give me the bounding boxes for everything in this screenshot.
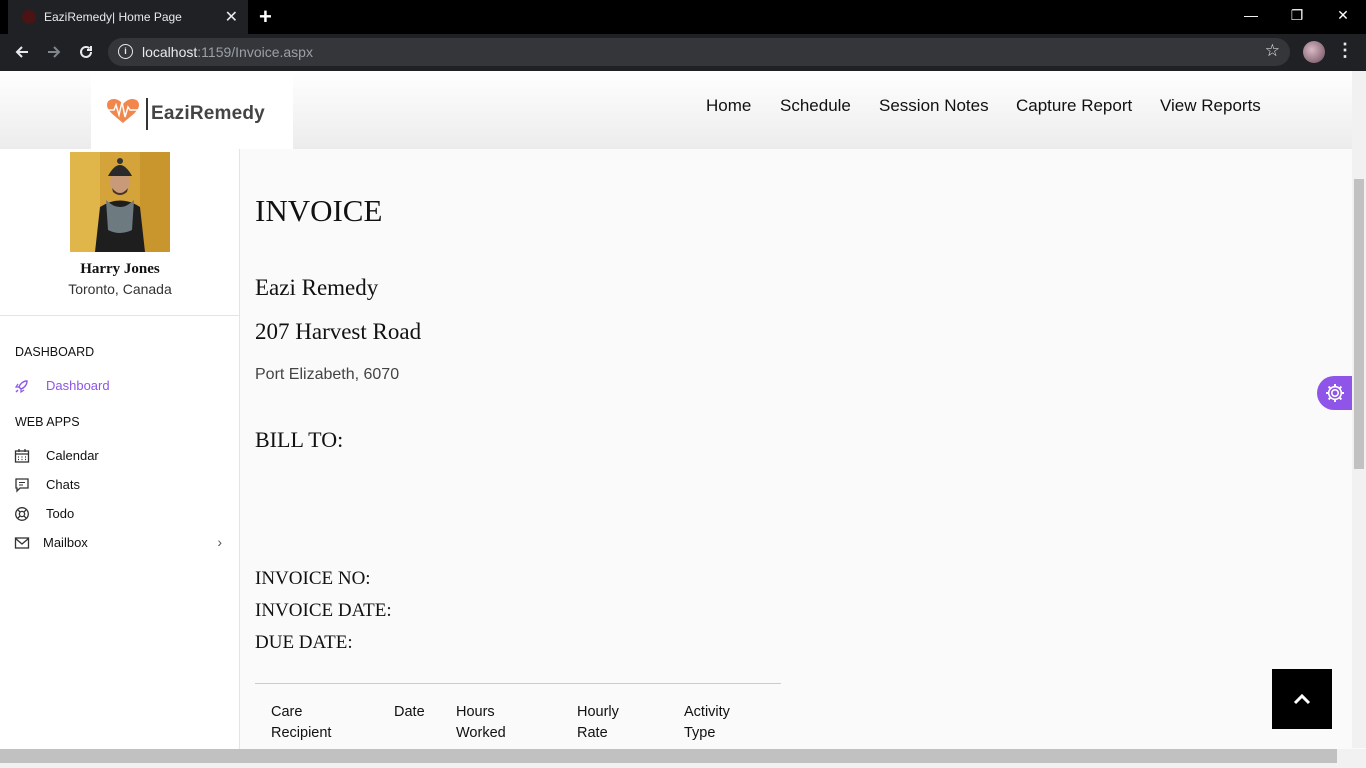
nav-schedule[interactable]: Schedule	[780, 96, 851, 116]
browser-menu-icon[interactable]: ⋮	[1336, 40, 1354, 61]
scroll-to-top-button[interactable]	[1272, 669, 1332, 729]
user-name: Harry Jones	[80, 261, 160, 277]
site-logo[interactable]: EaziRemedy	[91, 71, 293, 149]
horizontal-scroll-thumb[interactable]	[0, 749, 1337, 763]
sidebar-item-dashboard[interactable]: Dashboard	[0, 374, 238, 400]
browser-tab[interactable]: EaziRemedy| Home Page ✕	[8, 0, 248, 34]
company-street: 207 Harvest Road	[255, 319, 422, 344]
user-location: Toronto, Canada	[68, 281, 172, 297]
sidebar-item-label: Todo	[46, 506, 75, 521]
company-city: Port Elizabeth, 6070	[255, 366, 400, 383]
vertical-scroll-thumb[interactable]	[1354, 179, 1364, 469]
column-header-date: Date	[394, 704, 425, 720]
column-header-care-recipient: Care Recipient	[271, 704, 332, 741]
invoice-title: INVOICE	[255, 193, 383, 228]
lifebuoy-icon	[15, 507, 29, 521]
logo-text: EaziRemedy	[151, 103, 265, 124]
nav-view-reports[interactable]: View Reports	[1160, 96, 1261, 116]
logo-divider	[146, 98, 148, 130]
dashboard-heading: DASHBOARD	[15, 345, 95, 359]
invoice-no-label: INVOICE NO:	[255, 568, 371, 589]
sidebar-item-mailbox[interactable]: Mailbox ›	[0, 531, 238, 557]
nav-home[interactable]: Home	[706, 96, 751, 116]
site-header: EaziRemedy Home Schedule Session Notes C…	[0, 71, 1352, 149]
gear-icon	[1326, 384, 1344, 402]
nav-capture-report[interactable]: Capture Report	[1016, 96, 1132, 116]
reload-button[interactable]	[74, 40, 98, 64]
bill-to-label: BILL TO:	[255, 427, 344, 452]
rocket-icon	[14, 380, 28, 394]
arrow-left-icon	[15, 46, 28, 58]
tab-close-icon[interactable]: ✕	[225, 7, 238, 27]
forward-button[interactable]	[42, 40, 66, 64]
company-name: Eazi Remedy	[255, 275, 379, 300]
restore-button[interactable]: ❐	[1274, 0, 1320, 30]
sidebar-item-calendar[interactable]: Calendar	[0, 444, 238, 470]
nav-session-notes[interactable]: Session Notes	[879, 96, 989, 116]
address-bar[interactable]: i localhost:1159/Invoice.aspx ☆	[108, 38, 1290, 66]
browser-toolbar: i localhost:1159/Invoice.aspx ☆ ⋮	[0, 34, 1366, 71]
reload-icon	[80, 45, 92, 58]
chevron-up-icon	[1293, 693, 1311, 705]
sidebar-divider	[0, 315, 240, 316]
settings-fab[interactable]	[1317, 376, 1352, 410]
sidebar-item-todo[interactable]: Todo	[0, 502, 238, 528]
table-top-border	[255, 683, 781, 684]
column-header-activity-type: Activity Type	[684, 704, 730, 741]
profile-avatar[interactable]	[1303, 41, 1325, 63]
close-window-button[interactable]: ✕	[1320, 0, 1366, 30]
calendar-icon	[14, 449, 30, 463]
browser-titlebar: EaziRemedy| Home Page ✕ + — ❐ ✕	[0, 0, 1366, 34]
invoice-date-label: INVOICE DATE:	[255, 600, 392, 621]
heartbeat-logo-icon	[107, 99, 139, 123]
back-button[interactable]	[10, 40, 34, 64]
sidebar: Harry Jones Toronto, Canada DASHBOARD Da…	[0, 149, 240, 768]
sidebar-item-label: Mailbox	[43, 535, 88, 550]
chevron-right-icon: ›	[217, 534, 222, 550]
sidebar-item-label: Dashboard	[46, 378, 110, 393]
column-header-hourly-rate: Hourly Rate	[577, 704, 619, 741]
new-tab-button[interactable]: +	[259, 4, 272, 30]
webapps-heading: WEB APPS	[15, 415, 80, 429]
sidebar-item-label: Chats	[46, 477, 80, 492]
horizontal-scrollbar[interactable]	[0, 749, 1366, 768]
sidebar-item-chats[interactable]: Chats	[0, 473, 238, 499]
arrow-right-icon	[48, 46, 61, 58]
column-header-hours-worked: Hours Worked	[456, 704, 506, 741]
minimize-button[interactable]: —	[1228, 0, 1274, 30]
url-text: localhost:1159/Invoice.aspx	[142, 44, 313, 60]
due-date-label: DUE DATE:	[255, 632, 353, 653]
info-icon[interactable]: i	[118, 44, 133, 59]
sidebar-item-label: Calendar	[46, 448, 99, 463]
vertical-scrollbar[interactable]	[1352, 71, 1366, 748]
mail-icon	[14, 537, 30, 549]
chat-icon	[15, 478, 29, 493]
bookmark-star-icon[interactable]: ☆	[1265, 41, 1280, 61]
invoice-content: INVOICE Eazi Remedy 207 Harvest Road Por…	[240, 149, 1352, 749]
tab-title: EaziRemedy| Home Page	[44, 10, 182, 24]
favicon-icon	[22, 10, 36, 24]
avatar	[70, 152, 170, 252]
